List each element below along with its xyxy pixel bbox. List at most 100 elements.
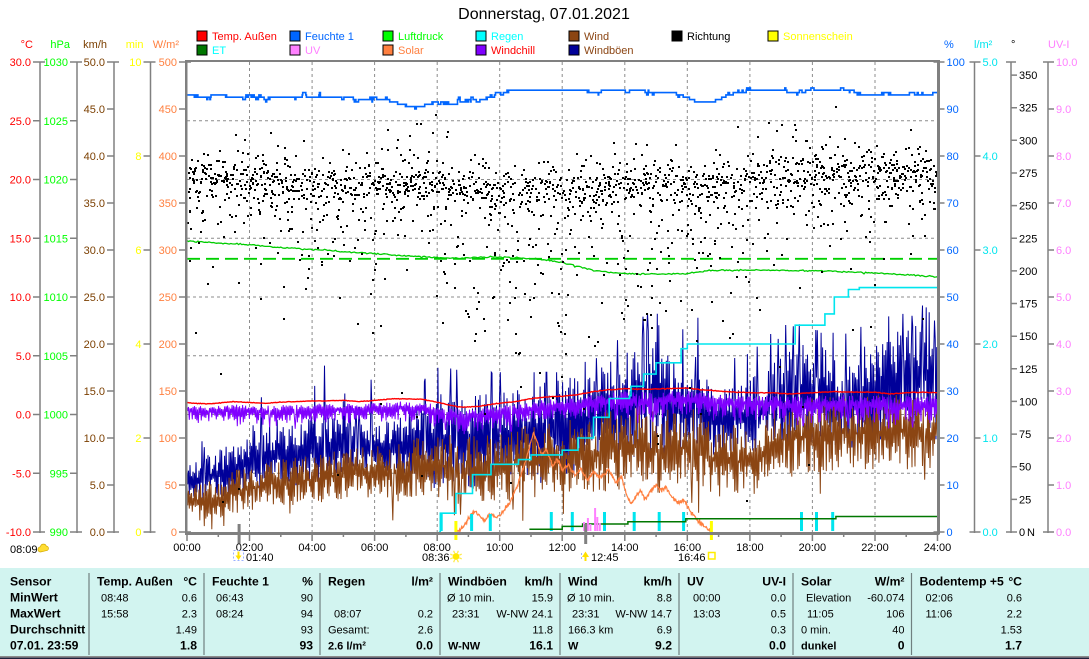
svg-text:W/m²: W/m²: [875, 575, 905, 589]
svg-text:40: 40: [892, 625, 904, 637]
svg-text:Durchschnitt: Durchschnitt: [10, 623, 85, 637]
svg-text:08:09: 08:09: [10, 544, 38, 556]
svg-text:50: 50: [947, 292, 959, 304]
svg-text:200: 200: [1019, 266, 1037, 278]
svg-text:90: 90: [947, 104, 959, 116]
svg-text:Feuchte 1: Feuchte 1: [212, 575, 269, 589]
svg-text:18:00: 18:00: [736, 542, 764, 554]
svg-text:1030: 1030: [44, 57, 68, 69]
svg-text:1005: 1005: [44, 351, 68, 363]
svg-text:0 min.: 0 min.: [801, 625, 831, 637]
svg-text:°C: °C: [183, 575, 197, 589]
svg-text:0.0: 0.0: [416, 639, 433, 653]
svg-text:06:00: 06:00: [361, 542, 389, 554]
svg-text:22:00: 22:00: [861, 542, 889, 554]
svg-text:Temp. Außen: Temp. Außen: [212, 31, 277, 43]
svg-text:1.0: 1.0: [983, 433, 998, 445]
svg-text:Windchill: Windchill: [491, 45, 535, 57]
svg-text:225: 225: [1019, 233, 1037, 245]
svg-text:11:05: 11:05: [807, 609, 834, 621]
svg-text:2.2: 2.2: [1007, 609, 1022, 621]
svg-text:10: 10: [129, 57, 141, 69]
svg-text:1.49: 1.49: [176, 625, 197, 637]
svg-text:0.6: 0.6: [182, 593, 197, 605]
svg-text:500: 500: [159, 57, 177, 69]
svg-text:%: %: [944, 39, 954, 51]
svg-text:20: 20: [947, 433, 959, 445]
svg-text:50: 50: [1019, 462, 1031, 474]
svg-text:08:48: 08:48: [101, 593, 129, 605]
svg-text:-10.0: -10.0: [6, 527, 31, 539]
svg-text:1025: 1025: [44, 116, 68, 128]
svg-text:175: 175: [1019, 299, 1037, 311]
svg-text:W-NW: W-NW: [448, 641, 481, 653]
svg-text:8.0: 8.0: [1056, 151, 1071, 163]
svg-text:1000: 1000: [44, 410, 68, 422]
svg-text:25: 25: [1019, 494, 1031, 506]
svg-text:0.0: 0.0: [1056, 527, 1071, 539]
svg-text:20:00: 20:00: [799, 542, 827, 554]
svg-text:1.8: 1.8: [180, 639, 197, 653]
svg-text:Luftdruck: Luftdruck: [398, 31, 444, 43]
svg-text:UV-I: UV-I: [1048, 39, 1069, 51]
svg-text:25.0: 25.0: [10, 116, 31, 128]
svg-text:350: 350: [159, 198, 177, 210]
svg-text:200: 200: [159, 339, 177, 351]
svg-text:°: °: [1011, 39, 1015, 51]
svg-text:10.0: 10.0: [84, 433, 105, 445]
svg-text:450: 450: [159, 104, 177, 116]
svg-text:UV: UV: [687, 575, 705, 589]
svg-text:5.0: 5.0: [90, 480, 105, 492]
svg-text:07.01. 23:59: 07.01. 23:59: [10, 639, 79, 653]
svg-text:Wind: Wind: [584, 31, 609, 43]
svg-text:13:03: 13:03: [693, 609, 721, 621]
svg-text:150: 150: [159, 386, 177, 398]
svg-text:23:31: 23:31: [452, 609, 480, 621]
svg-text:106: 106: [886, 609, 904, 621]
svg-text:0: 0: [898, 639, 905, 653]
svg-text:Bodentemp +5: Bodentemp +5: [920, 575, 1005, 589]
svg-text:6.0: 6.0: [1056, 245, 1071, 257]
svg-text:9.0: 9.0: [1056, 104, 1071, 116]
svg-text:km/h: km/h: [525, 575, 553, 589]
svg-text:Temp. Außen: Temp. Außen: [97, 575, 173, 589]
svg-text:1.7: 1.7: [1005, 639, 1022, 653]
svg-text:hPa: hPa: [50, 39, 70, 51]
svg-text:2.6: 2.6: [418, 625, 433, 637]
svg-text:250: 250: [159, 292, 177, 304]
svg-text:5.0: 5.0: [1056, 292, 1071, 304]
svg-text:8.8: 8.8: [657, 593, 672, 605]
svg-text:W-NW 14.7: W-NW 14.7: [615, 609, 672, 621]
svg-text:990: 990: [50, 527, 68, 539]
svg-text:00:00: 00:00: [173, 542, 201, 554]
svg-text:00:00: 00:00: [693, 593, 721, 605]
svg-text:50: 50: [165, 480, 177, 492]
svg-text:01:40: 01:40: [246, 552, 274, 564]
svg-text:Solar: Solar: [398, 45, 424, 57]
svg-text:1.0: 1.0: [1056, 480, 1071, 492]
svg-text:16:46: 16:46: [678, 552, 706, 564]
svg-text:23:31: 23:31: [572, 609, 600, 621]
svg-text:1010: 1010: [44, 292, 68, 304]
svg-text:93: 93: [299, 639, 313, 653]
svg-text:11:06: 11:06: [926, 609, 953, 621]
svg-text:min: min: [126, 39, 144, 51]
svg-text:W/m²: W/m²: [153, 39, 180, 51]
svg-text:1020: 1020: [44, 175, 68, 187]
svg-text:9.2: 9.2: [655, 639, 672, 653]
svg-text:km/h: km/h: [83, 39, 107, 51]
svg-text:08:07: 08:07: [334, 609, 362, 621]
svg-text:2.0: 2.0: [983, 339, 998, 351]
svg-text:60: 60: [947, 245, 959, 257]
svg-text:°C: °C: [1008, 575, 1022, 589]
svg-text:08:24: 08:24: [216, 609, 244, 621]
svg-text:125: 125: [1019, 364, 1037, 376]
svg-text:0.6: 0.6: [1007, 593, 1022, 605]
svg-text:2.6 l/m²: 2.6 l/m²: [328, 641, 366, 653]
svg-text:0: 0: [135, 527, 141, 539]
svg-text:3.0: 3.0: [1056, 386, 1071, 398]
svg-text:5.0: 5.0: [16, 351, 31, 363]
svg-text:6.9: 6.9: [657, 625, 672, 637]
svg-text:Sonnenschein: Sonnenschein: [783, 31, 853, 43]
svg-text:°C: °C: [21, 39, 33, 51]
